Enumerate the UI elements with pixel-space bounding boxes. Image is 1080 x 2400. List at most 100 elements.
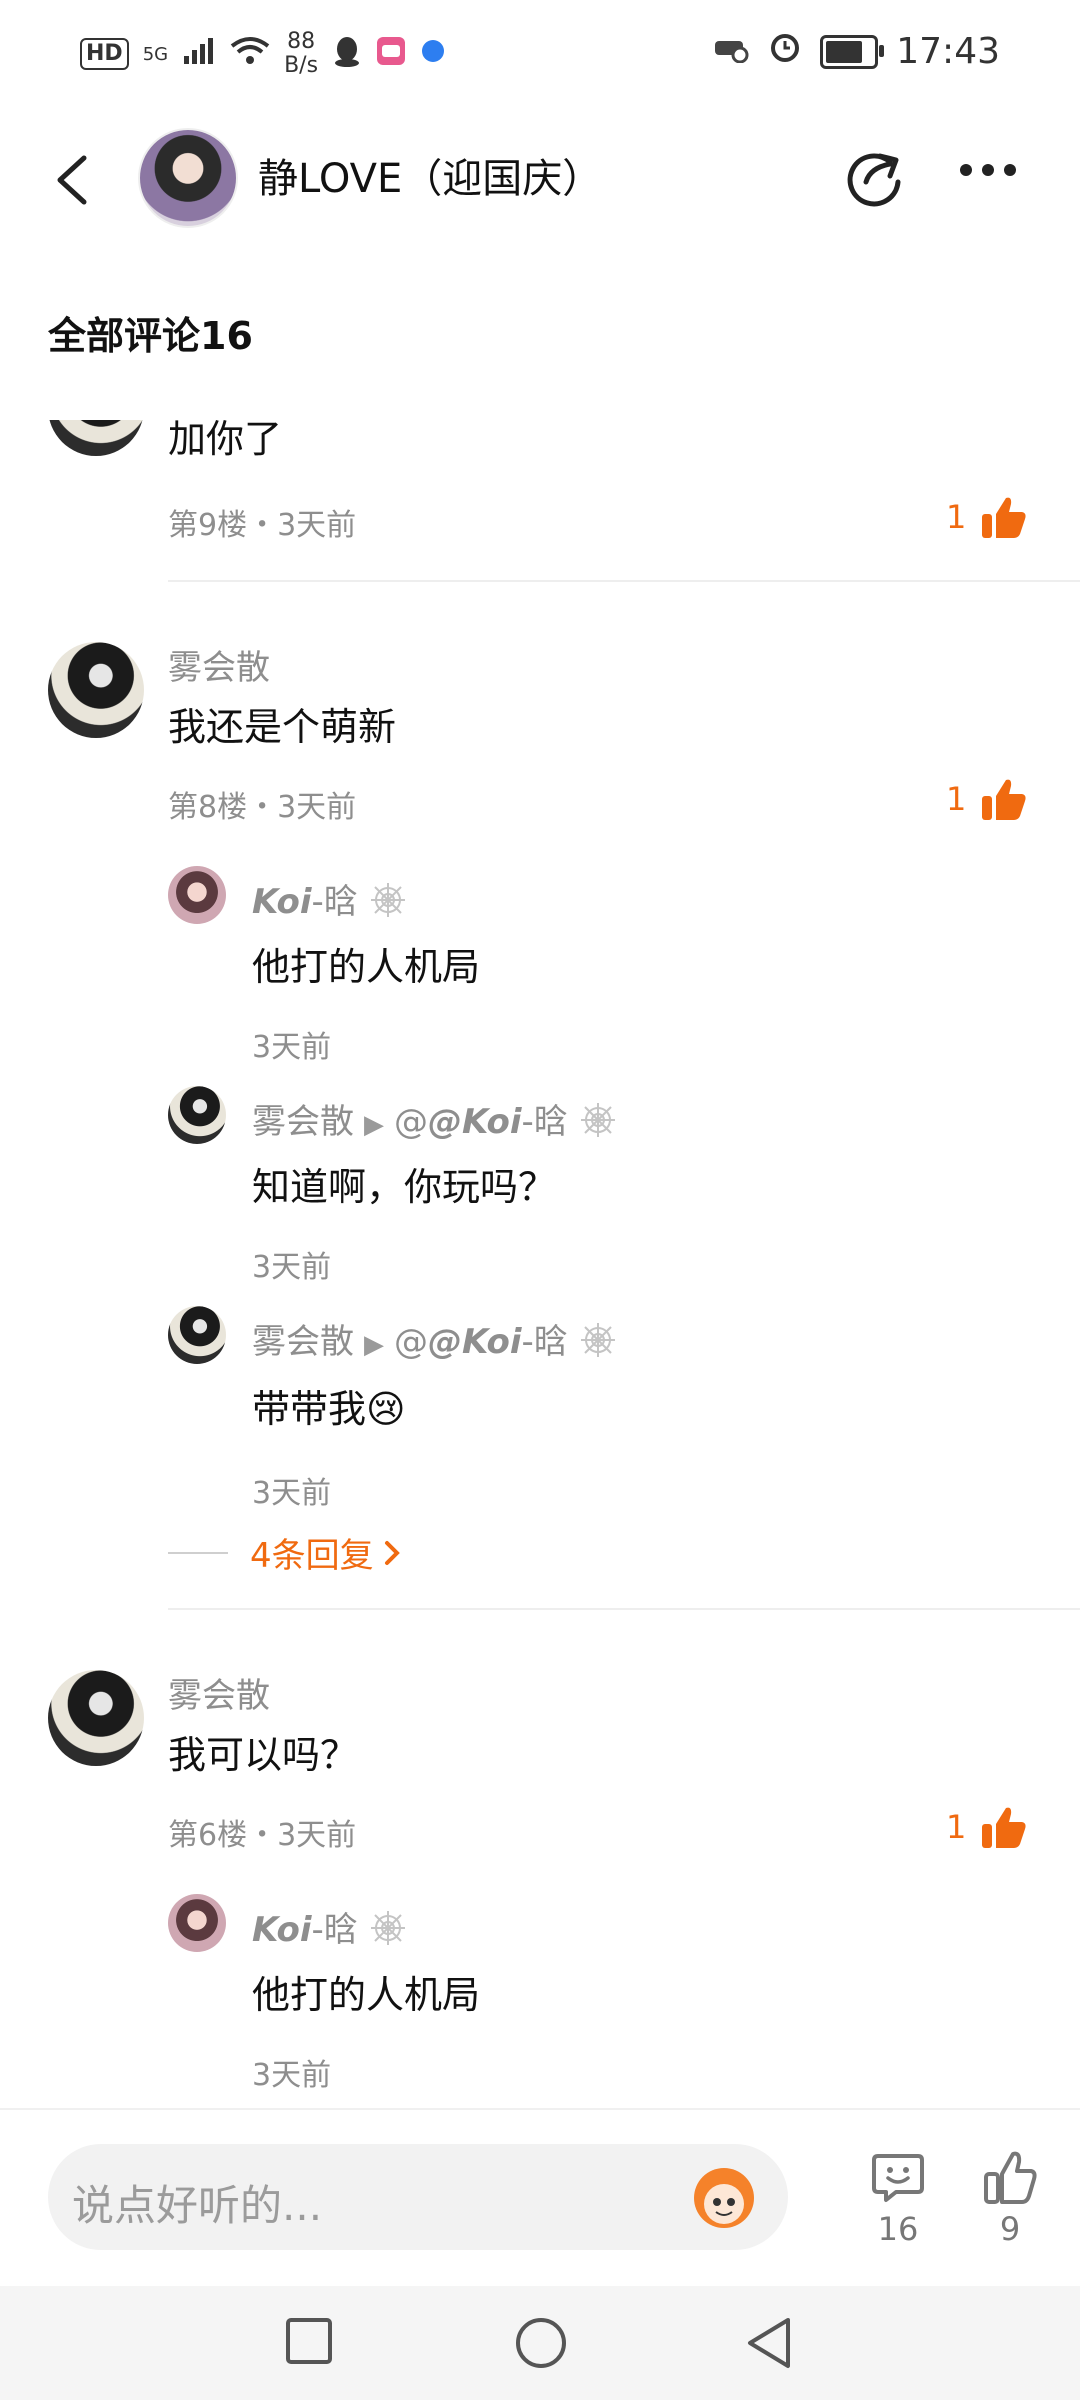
reply-author[interactable]: 雾会散 ▶ @@Koi-晗	[252, 1314, 617, 1363]
status-bar: HD 5G 88 B/s 17:43	[0, 0, 1080, 110]
reply-target-at: @	[394, 1322, 428, 1362]
page-title[interactable]: 静LOVE（迎国庆）	[258, 146, 602, 204]
reply-avatar[interactable]	[168, 1894, 226, 1952]
more-dot	[982, 164, 994, 176]
home-icon[interactable]	[514, 2316, 568, 2370]
more-replies-label: 4条回复	[250, 1536, 374, 1576]
comments-title: 全部评论16	[48, 314, 253, 358]
reply-arrow-icon: ▶	[364, 1330, 384, 1360]
chevron-right-icon	[384, 1540, 400, 1565]
more-replies-line	[168, 1551, 228, 1554]
battery-fill	[826, 40, 863, 63]
commenter-name[interactable]: 雾会散	[168, 640, 270, 689]
divider	[168, 580, 1080, 582]
browser-icon	[420, 38, 446, 70]
bilibili-icon	[376, 36, 406, 72]
reply-text: 知道啊，你玩吗？	[252, 1165, 557, 1209]
qq-icon	[332, 35, 362, 73]
reply-author-name: 雾会散	[252, 1102, 354, 1142]
reply-author-name: 雾会散	[252, 1322, 354, 1362]
share-icon	[847, 153, 901, 207]
chevron-left-icon	[57, 155, 87, 205]
status-right: 17:43	[712, 30, 1000, 73]
reply-author[interactable]: Koi-晗	[252, 1902, 407, 1951]
commenter-name[interactable]: 雾会散	[168, 1668, 270, 1717]
like-button[interactable]: 1	[946, 494, 1028, 540]
comment-text: 加你了	[168, 417, 283, 461]
status-left: HD 5G 88 B/s	[80, 30, 446, 78]
recent-apps-icon[interactable]	[284, 2316, 334, 2366]
spider-web-icon	[369, 1910, 407, 1950]
reply-author-suffix: -晗	[311, 1910, 358, 1950]
net-speed-value: 88	[287, 29, 316, 54]
like-button[interactable]: 1	[946, 1804, 1028, 1850]
hd-icon: HD	[80, 38, 129, 70]
system-nav-bar	[0, 2286, 1080, 2400]
like-count: 1	[946, 498, 967, 536]
share-button[interactable]	[840, 142, 910, 212]
thumbs-up-icon	[982, 779, 1026, 820]
more-dot	[960, 164, 972, 176]
like-button[interactable]: 1	[946, 776, 1028, 822]
reply-avatar[interactable]	[168, 866, 226, 924]
author-avatar[interactable]	[138, 128, 238, 228]
spider-web-icon	[579, 1322, 617, 1362]
thumbs-up-icon	[982, 1807, 1026, 1848]
reply-target-suffix: -晗	[521, 1102, 568, 1142]
back-button[interactable]	[48, 150, 98, 210]
comment-meta: 第8楼・3天前	[168, 790, 357, 825]
comments-action[interactable]: 16	[870, 2150, 926, 2248]
reply-time: 3天前	[252, 1250, 332, 1285]
comment-count: 16	[877, 2210, 919, 2248]
comment-meta: 第6楼・3天前	[168, 1818, 357, 1853]
back-nav-icon[interactable]	[744, 2316, 794, 2370]
reply-author-suffix: -晗	[311, 882, 358, 922]
reply-arrow-icon: ▶	[364, 1110, 384, 1140]
comment-text: 我还是个萌新	[168, 705, 397, 749]
spider-web-icon	[579, 1102, 617, 1142]
reply-author-name: Koi	[252, 1910, 312, 1950]
comment-input[interactable]: 说点好听的...	[48, 2144, 788, 2250]
thumbs-up-outline-icon	[984, 2151, 1037, 2204]
thumbs-up-icon	[982, 497, 1026, 538]
like-count: 1	[946, 780, 967, 818]
like-count: 9	[999, 2210, 1021, 2248]
reply-target-name: @Koi	[428, 1322, 522, 1362]
commenter-avatar[interactable]	[48, 1670, 144, 1766]
like-post-action[interactable]: 9	[982, 2150, 1038, 2248]
comment-input-placeholder: 说点好听的...	[72, 2181, 323, 2230]
net-speed-unit: B/s	[284, 53, 319, 78]
reply-author[interactable]: Koi-晗	[252, 874, 407, 923]
reply-text: 他打的人机局	[252, 945, 481, 989]
signal-icon	[182, 36, 216, 72]
reply-target-suffix: -晗	[521, 1322, 568, 1362]
network-type: 5G	[142, 43, 169, 65]
net-speed: 88 B/s	[284, 30, 318, 78]
reply-target-at: @	[394, 1102, 428, 1142]
reply-text: 带带我😢	[252, 1387, 406, 1431]
spider-web-icon	[369, 882, 407, 922]
reply-text: 他打的人机局	[252, 1973, 481, 2017]
more-button[interactable]	[960, 164, 1016, 176]
reply-time: 3天前	[252, 1476, 332, 1511]
reply-avatar[interactable]	[168, 1086, 226, 1144]
more-replies-link[interactable]: 4条回复	[168, 1528, 402, 1577]
reply-time: 3天前	[252, 1030, 332, 1065]
commenter-avatar[interactable]	[48, 642, 144, 738]
comment-text: 我可以吗？	[168, 1733, 359, 1777]
status-time: 17:43	[896, 31, 1000, 72]
commenter-avatar[interactable]	[48, 420, 144, 456]
reply-time: 3天前	[252, 2058, 332, 2093]
reply-author-name: Koi	[252, 882, 312, 922]
sticker-icon[interactable]	[686, 2158, 762, 2234]
battery-icon	[820, 34, 885, 69]
car-icon	[712, 31, 750, 72]
comment-icon	[872, 2154, 924, 2202]
like-count: 1	[946, 1808, 967, 1846]
reply-author[interactable]: 雾会散 ▶ @@Koi-晗	[252, 1094, 617, 1143]
reply-avatar[interactable]	[168, 1306, 226, 1364]
alarm-icon	[768, 30, 802, 73]
top-bar: 静LOVE（迎国庆）	[0, 120, 1080, 230]
comment-bar: 说点好听的... 16 9	[0, 2108, 1080, 2286]
reply-target-name: @Koi	[428, 1102, 522, 1142]
